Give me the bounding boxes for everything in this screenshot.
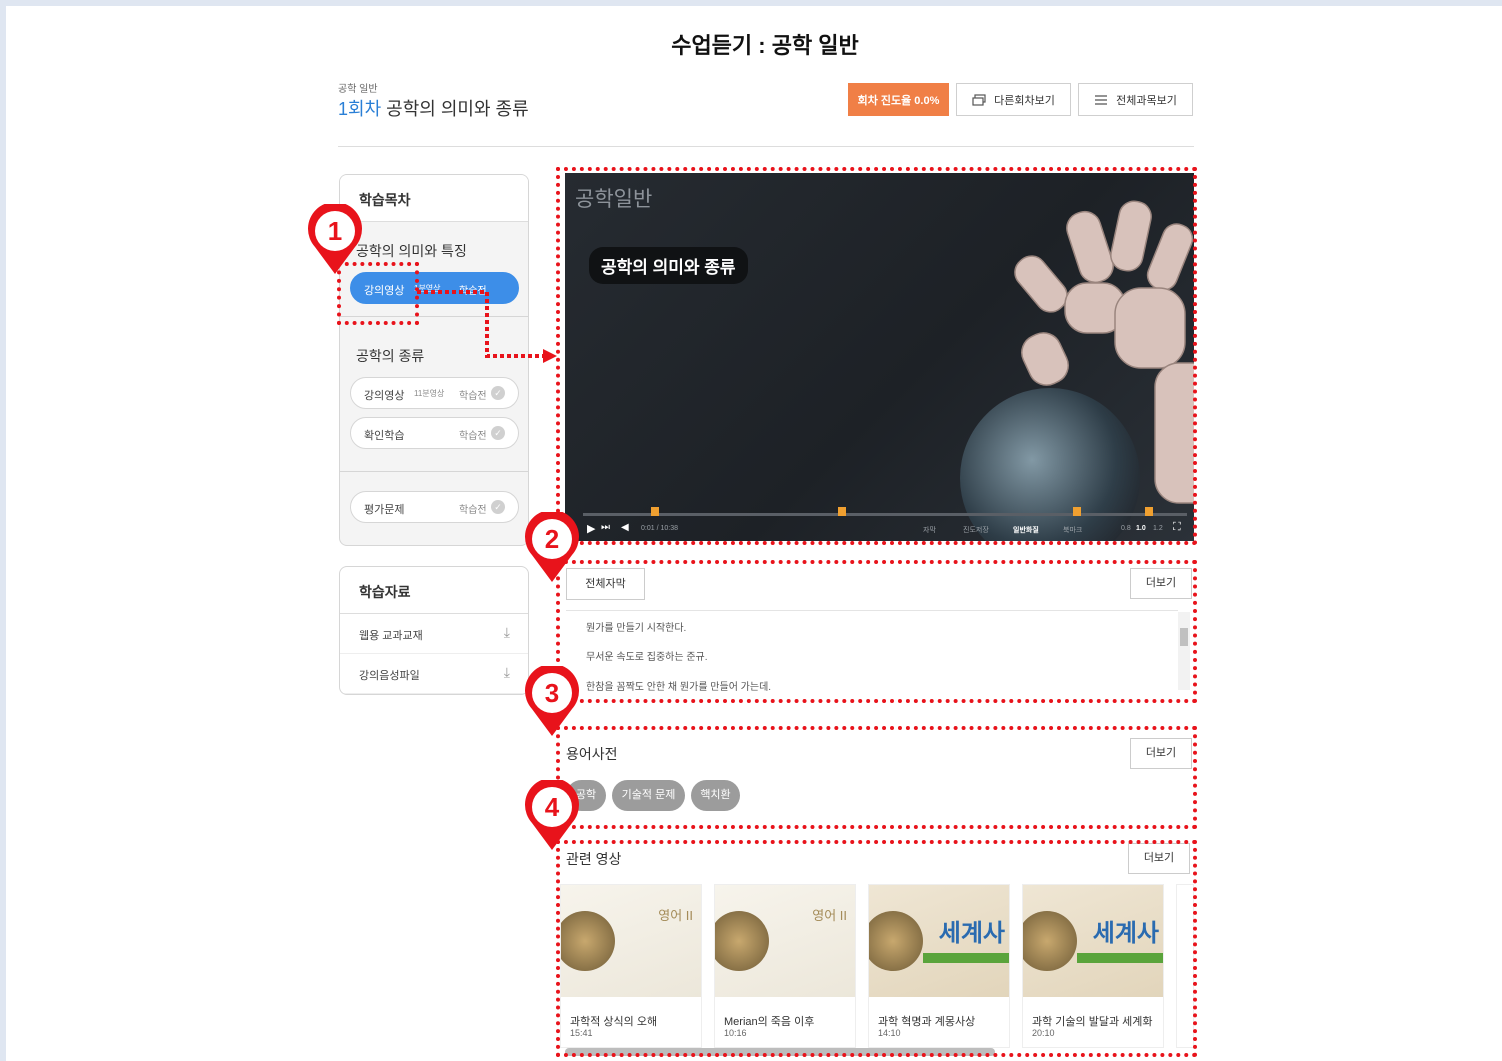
session-title: 공학의 의미와 종류 xyxy=(386,99,529,119)
annotation-marker-icon: 1 xyxy=(308,204,362,274)
session-progress-button[interactable]: 회차 진도율 0.0% xyxy=(848,83,949,116)
annotation-box-3 xyxy=(556,726,1197,829)
annotation-box-video xyxy=(556,167,1197,545)
toc-item-label: 강의영상 xyxy=(364,390,405,402)
annotation-box-4 xyxy=(556,840,1197,1057)
resources-panel: 학습자료 웹용 교과교재 ⤓ 강의음성파일 ⤓ xyxy=(339,566,529,695)
session-number: 1회차 xyxy=(338,99,382,119)
toc-item-duration: 11분영상 xyxy=(414,389,445,398)
marker-number: 2 xyxy=(545,524,559,554)
header-divider xyxy=(338,146,1194,147)
toc-item-lecture-video-2[interactable]: 강의영상 11분영상 학습전 ✓ xyxy=(350,377,519,409)
toc-item-label: 평가문제 xyxy=(364,504,405,516)
all-subjects-button[interactable]: 전체과목보기 xyxy=(1078,83,1193,116)
page-title: 수업듣기 : 공학 일반 xyxy=(671,33,859,58)
annotation-marker-icon: 2 xyxy=(525,512,579,582)
download-icon[interactable]: ⤓ xyxy=(504,624,510,641)
toc-divider xyxy=(340,471,528,472)
marker-number: 3 xyxy=(545,678,559,708)
resource-item-textbook[interactable]: 웹용 교과교재 ⤓ xyxy=(340,614,528,654)
toc-item-status: 학습전 xyxy=(459,391,487,402)
toc-item-evaluation[interactable]: 평가문제 학습전 ✓ xyxy=(350,491,519,523)
progress-label: 회차 진도율 0.0% xyxy=(857,94,940,107)
resource-label: 강의음성파일 xyxy=(359,670,420,682)
annotation-marker-icon: 4 xyxy=(525,780,579,850)
annotation-marker-icon: 3 xyxy=(525,666,579,736)
windows-icon xyxy=(972,93,986,106)
connector-arrow-icon xyxy=(417,290,557,363)
toc-section-title: 공학의 의미와 특징 xyxy=(356,243,467,259)
check-icon: ✓ xyxy=(491,386,505,400)
other-sessions-button[interactable]: 다른회차보기 xyxy=(956,83,1071,116)
marker-number: 1 xyxy=(328,216,342,246)
session-heading: 1회차 공학의 의미와 종류 xyxy=(338,95,529,121)
toc-item-status: 학습전 xyxy=(459,505,487,516)
course-subject: 공학 일반 xyxy=(338,84,378,95)
check-icon: ✓ xyxy=(491,500,505,514)
list-icon xyxy=(1095,94,1108,105)
resource-item-audio[interactable]: 강의음성파일 ⤓ xyxy=(340,654,528,694)
toc-title: 학습목차 xyxy=(340,175,528,222)
toc-item-check-study[interactable]: 확인학습 학습전 ✓ xyxy=(350,417,519,449)
annotation-box-2 xyxy=(556,560,1197,703)
toc-item-label: 확인학습 xyxy=(364,430,405,442)
resource-label: 웹용 교과교재 xyxy=(359,630,423,642)
toc-item-status: 학습전 xyxy=(459,431,487,442)
all-subjects-label: 전체과목보기 xyxy=(1116,94,1177,107)
download-icon[interactable]: ⤓ xyxy=(504,664,510,681)
marker-number: 4 xyxy=(545,792,560,822)
check-icon: ✓ xyxy=(491,426,505,440)
resources-title: 학습자료 xyxy=(340,567,528,614)
other-sessions-label: 다른회차보기 xyxy=(994,94,1055,107)
